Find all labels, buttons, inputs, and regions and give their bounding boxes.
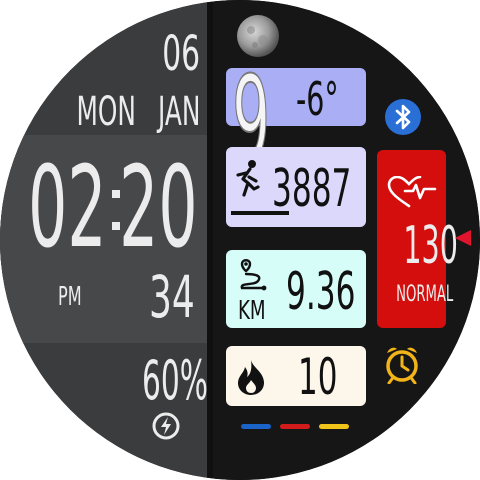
battery-block[interactable]: 60% bbox=[88, 354, 208, 408]
heart-rate-card[interactable]: 130 NORMAL bbox=[377, 150, 458, 328]
time-minutes: 20 bbox=[119, 143, 198, 273]
route-icon bbox=[240, 259, 267, 291]
watch-face: 06 MON JAN 02 20 PM 34 60% -6° 9 3887 KM… bbox=[0, 0, 480, 480]
charging-bolt-icon bbox=[152, 412, 180, 440]
date-day: 06 bbox=[162, 26, 200, 82]
color-dot-yellow[interactable] bbox=[319, 424, 349, 429]
seconds-block: 34 bbox=[115, 268, 195, 326]
month-block: JAN bbox=[110, 92, 200, 132]
color-dot-blue[interactable] bbox=[241, 424, 271, 429]
time-hours: 02 bbox=[28, 143, 107, 273]
calories-card[interactable]: 10 bbox=[226, 346, 366, 406]
heart-rate-icon bbox=[387, 176, 437, 208]
heart-rate-bpm-block: 130 bbox=[381, 220, 458, 272]
time-ampm: PM bbox=[58, 282, 82, 312]
bluetooth-icon bbox=[384, 98, 422, 136]
runner-icon bbox=[236, 160, 260, 197]
time-seconds: 34 bbox=[149, 263, 195, 331]
ampm-block: PM bbox=[58, 284, 96, 310]
flame-icon bbox=[238, 360, 264, 395]
alarm-clock-icon[interactable] bbox=[383, 344, 421, 385]
pointer-triangle-icon bbox=[455, 230, 471, 246]
battery-percent-sign: % bbox=[179, 349, 209, 412]
weather-temperature: -6° bbox=[296, 72, 339, 126]
date-month: JAN bbox=[157, 89, 200, 135]
distance-unit: KM bbox=[238, 296, 266, 326]
date-day-block[interactable]: 06 bbox=[80, 30, 200, 78]
steps-card[interactable]: 3887 bbox=[226, 147, 366, 227]
color-dot-red[interactable] bbox=[280, 424, 310, 429]
steps-value: 3887 bbox=[272, 159, 352, 219]
distance-value: 9.36 bbox=[286, 262, 356, 322]
calories-value: 10 bbox=[298, 348, 338, 406]
distance-card[interactable]: KM 9.36 bbox=[226, 250, 366, 328]
digital-clock[interactable]: 02 20 bbox=[24, 143, 204, 273]
heart-rate-bpm: 130 bbox=[403, 216, 458, 276]
battery-percent: 60 bbox=[142, 349, 180, 412]
heart-rate-status: NORMAL bbox=[396, 282, 454, 307]
heart-rate-status-block: NORMAL bbox=[377, 284, 453, 306]
